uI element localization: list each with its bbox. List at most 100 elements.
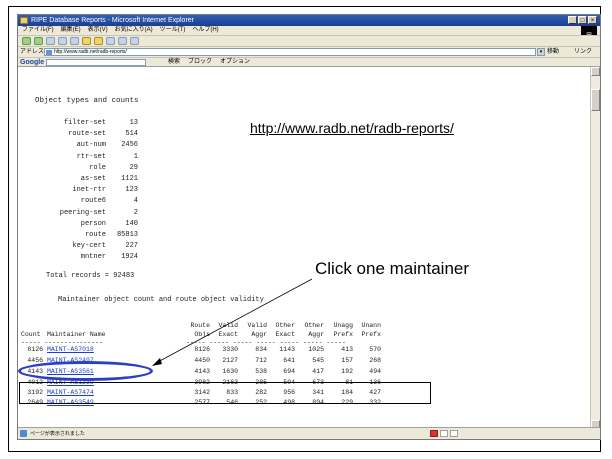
row-value: 268 — [369, 357, 381, 364]
refresh-icon[interactable] — [58, 37, 67, 45]
google-toolbar: Google 検索 ブロック オプション — [18, 57, 600, 67]
count-value: 227 — [125, 242, 138, 251]
row-value: 834 — [255, 346, 267, 353]
count-value: 13 — [129, 119, 138, 127]
menu-view[interactable]: 表示(V) — [88, 26, 108, 35]
scroll-up-icon[interactable] — [591, 67, 600, 76]
url-annotation: http://www.radb.net/radb-reports/ — [250, 120, 454, 136]
links-button[interactable]: リンク — [574, 48, 592, 57]
address-bar: アドレス(D) http://www.radb.net/radb-reports… — [18, 46, 600, 57]
column-header: Route — [190, 322, 210, 329]
count-value: 514 — [125, 130, 138, 139]
highlight-rectangle — [19, 382, 431, 404]
object-types-heading: Object types and counts — [35, 97, 139, 105]
minimize-button[interactable]: _ — [568, 16, 577, 24]
row-value: 494 — [369, 368, 381, 375]
total-records: Total records = 92483 — [46, 272, 135, 280]
column-header: Exact — [275, 331, 295, 338]
count-label: aut-num — [76, 141, 106, 150]
row-value: 157 — [341, 357, 353, 364]
status-bar: ページが表示されました — [18, 427, 600, 439]
column-header: Unann — [361, 322, 381, 329]
scroll-thumb[interactable] — [591, 89, 600, 111]
row-value: 4450 — [194, 357, 210, 364]
maintainer-section-heading: Maintainer object count and route object… — [58, 296, 264, 304]
page-icon — [46, 50, 52, 55]
favorites-icon[interactable] — [94, 37, 103, 45]
column-header: Prefx — [333, 331, 353, 338]
google-block-button[interactable]: ブロック — [188, 58, 212, 67]
count-label: mntner — [80, 253, 106, 262]
row-value: 641 — [283, 357, 295, 364]
history-icon[interactable] — [106, 37, 115, 45]
menu-help[interactable]: ヘルプ(H) — [192, 26, 218, 35]
forward-icon[interactable] — [34, 37, 43, 45]
column-header-name: Maintainer Name — [47, 331, 106, 338]
google-search-button[interactable]: 検索 — [168, 58, 180, 67]
security-icon — [430, 430, 438, 437]
count-label: key-cert — [72, 242, 106, 251]
google-toolbar-items: 検索 ブロック オプション — [168, 58, 250, 67]
row-value: 413 — [341, 346, 353, 353]
go-button[interactable]: 移動 — [547, 48, 559, 57]
count-label: rtr-set — [76, 152, 106, 161]
address-input[interactable]: http://www.radb.net/radb-reports/ — [44, 48, 536, 56]
count-label: inet-rtr — [72, 186, 106, 195]
count-label: route6 — [80, 197, 106, 206]
google-logo[interactable]: Google — [20, 58, 44, 67]
google-search-input[interactable] — [46, 59, 146, 66]
row-value: 8126 — [194, 346, 210, 353]
count-value: 85813 — [116, 231, 138, 239]
count-label: route-set — [68, 130, 106, 139]
column-header: Exact — [218, 331, 238, 338]
home-icon[interactable] — [70, 37, 79, 45]
back-icon[interactable] — [22, 37, 31, 45]
highlight-ellipse — [18, 361, 153, 381]
google-options-button[interactable]: オプション — [220, 58, 250, 67]
ie-app-icon — [20, 17, 28, 24]
row-value: 1025 — [308, 346, 324, 353]
count-label: filter-set — [63, 119, 106, 127]
stop-icon[interactable] — [46, 37, 55, 45]
row-count: 8126 — [27, 346, 43, 353]
count-value: 2 — [133, 208, 138, 217]
count-label: peering-set — [59, 208, 106, 217]
menu-favorites[interactable]: お気に入り(A) — [115, 26, 153, 35]
status-text: ページが表示されました — [30, 431, 85, 437]
row-value: 545 — [312, 357, 324, 364]
maintainer-link[interactable]: MAINT-AS7018 — [47, 346, 94, 354]
column-header: Aggr — [251, 331, 267, 338]
print-icon[interactable] — [130, 37, 139, 45]
column-header: Unagg — [333, 322, 353, 329]
menu-tools[interactable]: ツール(T) — [160, 26, 186, 35]
menu-file[interactable]: ファイル(F) — [22, 26, 54, 35]
count-value: 29 — [129, 163, 138, 172]
mail-icon[interactable] — [118, 37, 127, 45]
title-bar: RIPE Database Reports - Microsoft Intern… — [18, 15, 600, 26]
address-dropdown-icon[interactable]: ▾ — [537, 48, 545, 56]
status-indicators — [430, 430, 458, 437]
count-value: 1924 — [121, 253, 138, 262]
column-header: Valid — [247, 322, 267, 329]
column-header: Objs — [194, 331, 210, 338]
row-value: 712 — [255, 357, 267, 364]
row-value: 694 — [283, 368, 295, 375]
close-button[interactable]: × — [588, 16, 597, 24]
column-header: Prefx — [361, 331, 381, 338]
window-title: RIPE Database Reports - Microsoft Intern… — [31, 17, 195, 24]
count-value: 123 — [125, 186, 138, 195]
column-header-count: Count — [21, 331, 41, 338]
maximize-button[interactable]: □ — [578, 16, 587, 24]
row-value: 192 — [341, 368, 353, 375]
menu-edit[interactable]: 編集(E) — [61, 26, 81, 35]
column-header: Aggr — [308, 331, 324, 338]
row-value: 2127 — [222, 357, 238, 364]
address-value: http://www.radb.net/radb-reports/ — [54, 49, 127, 55]
menu-bar: ファイル(F) 編集(E) 表示(V) お気に入り(A) ツール(T) ヘルプ(… — [18, 26, 600, 35]
count-value: 1 — [133, 152, 138, 161]
zone-icon — [440, 430, 448, 437]
count-label: role — [89, 163, 106, 172]
search-icon[interactable] — [82, 37, 91, 45]
vertical-scrollbar[interactable] — [590, 67, 600, 429]
count-label: as-set — [80, 175, 106, 183]
